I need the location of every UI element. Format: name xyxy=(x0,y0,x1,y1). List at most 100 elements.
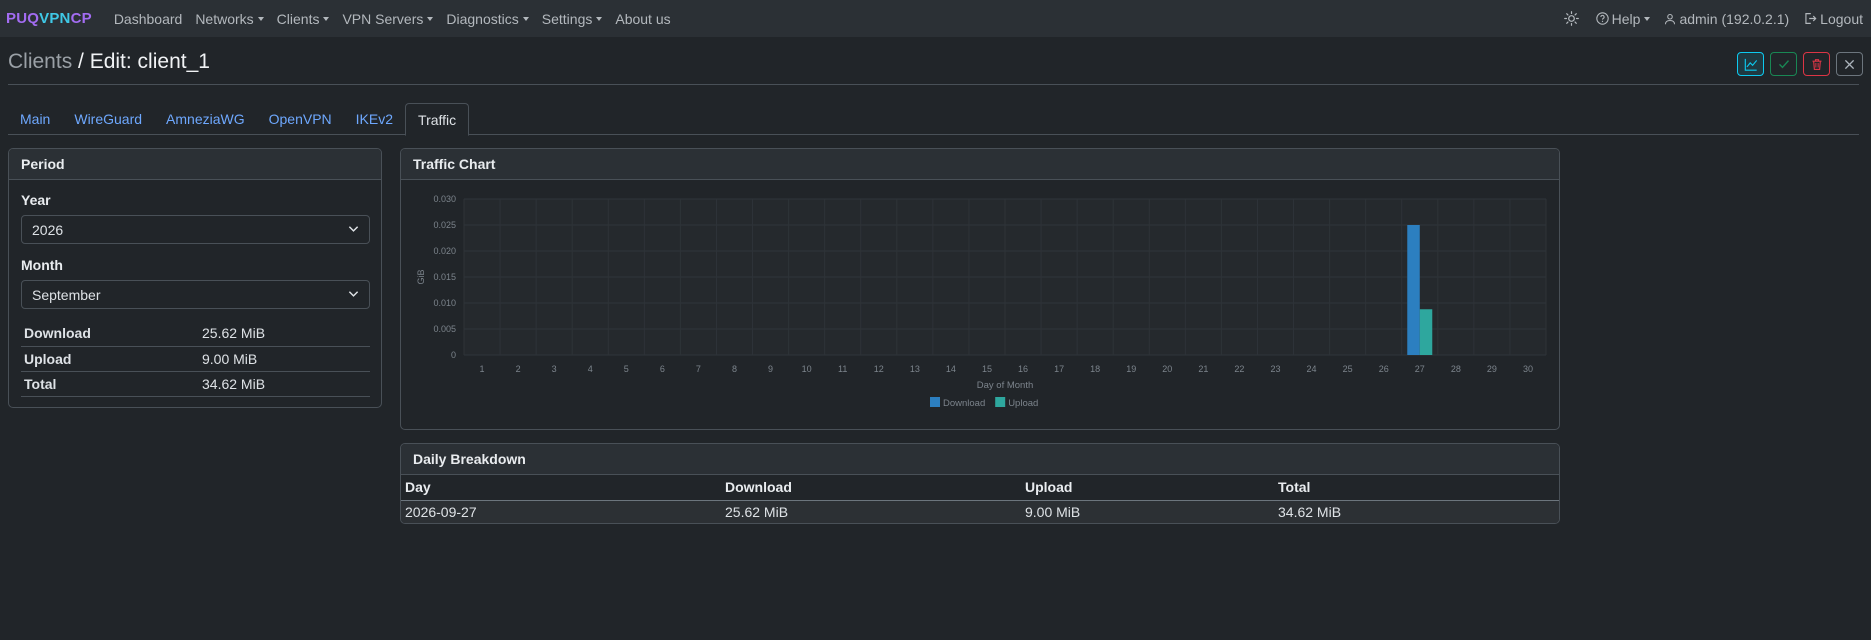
x-tick-label: 3 xyxy=(552,364,557,374)
daily-breakdown-card: Daily Breakdown Day Download Upload Tota… xyxy=(400,443,1560,524)
page-title: Clients / Edit: client_1 xyxy=(8,50,210,74)
page-title-text: / Edit: client_1 xyxy=(72,50,210,73)
sun-icon xyxy=(1563,11,1579,26)
nav-help-label: Help xyxy=(1611,10,1641,27)
x-tick-label: 27 xyxy=(1415,364,1425,374)
nav-about[interactable]: About us xyxy=(615,11,670,27)
nav-vpn-servers[interactable]: VPN Servers xyxy=(342,10,434,27)
x-tick-label: 4 xyxy=(588,364,593,374)
y-tick-label: 0.020 xyxy=(433,246,456,256)
save-button[interactable] xyxy=(1770,52,1797,76)
caret-down-icon xyxy=(1644,17,1651,21)
nav-dashboard[interactable]: Dashboard xyxy=(114,11,183,27)
y-tick-label: 0.030 xyxy=(433,194,456,204)
question-circle-icon xyxy=(1595,12,1609,25)
nav-vpn-servers-label: VPN Servers xyxy=(342,10,424,27)
x-tick-label: 11 xyxy=(838,364,847,374)
theme-toggle[interactable] xyxy=(1563,11,1582,26)
y-tick-label: 0.010 xyxy=(433,298,456,308)
bar-upload xyxy=(1419,309,1433,355)
tab-amneziawg[interactable]: AmneziaWG xyxy=(154,103,257,135)
x-tick-label: 1 xyxy=(480,364,485,374)
x-axis-label: Day of Month xyxy=(977,380,1034,391)
x-tick-label: 16 xyxy=(1018,364,1028,374)
x-tick-label: 9 xyxy=(768,364,773,374)
brand-part-1: PUQ xyxy=(6,10,40,27)
x-tick-label: 23 xyxy=(1270,364,1280,374)
top-navbar: PUQVPNCP Dashboard Networks Clients VPN … xyxy=(0,0,1871,37)
y-tick-label: 0.005 xyxy=(433,324,456,334)
summary-value: 34.62 MiB xyxy=(199,371,370,397)
nav-networks[interactable]: Networks xyxy=(195,10,264,27)
nav-logout-label: Logout xyxy=(1820,10,1863,27)
year-label: Year xyxy=(21,192,51,208)
check-icon xyxy=(1778,60,1789,69)
nav-user[interactable]: admin (192.0.2.1) xyxy=(1664,11,1789,27)
tab-wireguard[interactable]: WireGuard xyxy=(62,103,154,135)
x-tick-label: 5 xyxy=(624,364,629,374)
x-tick-label: 17 xyxy=(1054,364,1064,374)
traffic-chart-button[interactable] xyxy=(1737,52,1764,76)
x-tick-label: 30 xyxy=(1523,364,1533,374)
header-actions xyxy=(1737,52,1863,76)
graph-icon xyxy=(1744,58,1757,71)
brand-part-2: VPN xyxy=(39,10,71,27)
period-summary-table: Download 25.62 MiB Upload 9.00 MiB Total 34… xyxy=(21,321,370,397)
summary-label: Download xyxy=(21,321,199,347)
delete-button[interactable] xyxy=(1803,52,1830,76)
tab-ikev2[interactable]: IKEv2 xyxy=(344,103,405,135)
summary-row-download: Download 25.62 MiB xyxy=(21,321,370,347)
close-icon xyxy=(1844,59,1855,69)
tab-openvpn[interactable]: OpenVPN xyxy=(257,103,344,135)
bar-download xyxy=(1407,225,1420,355)
nav-clients[interactable]: Clients xyxy=(277,11,330,27)
traffic-chart-title: Traffic Chart xyxy=(401,149,1559,180)
legend-label: Download xyxy=(943,398,985,409)
nav-logout[interactable]: Logout xyxy=(1803,11,1863,27)
nav-settings-label: Settings xyxy=(541,10,593,27)
summary-value: 25.62 MiB xyxy=(199,321,370,347)
summary-label: Total xyxy=(21,371,199,397)
nav-diagnostics[interactable]: Diagnostics xyxy=(446,10,529,27)
summary-label: Upload xyxy=(21,346,199,372)
legend-label: Upload xyxy=(1008,398,1038,409)
x-tick-label: 28 xyxy=(1451,364,1461,374)
column-header-download: Download xyxy=(721,475,1021,501)
table-cell-day: 2026-09-27 xyxy=(401,500,721,523)
nav-help[interactable]: Help xyxy=(1595,10,1651,27)
caret-down-icon xyxy=(427,17,434,21)
nav-diagnostics-label: Diagnostics xyxy=(446,10,519,27)
tab-traffic[interactable]: Traffic xyxy=(405,103,470,136)
y-tick-label: 0.015 xyxy=(433,272,456,282)
tab-main[interactable]: Main xyxy=(8,103,62,135)
daily-breakdown-title: Daily Breakdown xyxy=(401,444,1559,475)
brand-logo[interactable]: PUQVPNCP xyxy=(6,10,92,27)
summary-row-upload: Upload 9.00 MiB xyxy=(21,346,370,372)
chevron-down-icon xyxy=(348,226,359,232)
x-tick-label: 22 xyxy=(1234,364,1244,374)
x-tick-label: 15 xyxy=(982,364,992,374)
month-label: Month xyxy=(21,257,63,273)
nav-settings[interactable]: Settings xyxy=(542,11,603,27)
nav-clients-label: Clients xyxy=(276,10,320,27)
y-tick-label: 0 xyxy=(451,350,456,360)
period-card: Period Year 2026 Month September Downloa… xyxy=(8,148,382,408)
column-header-upload: Upload xyxy=(1021,475,1274,501)
close-button[interactable] xyxy=(1836,52,1863,76)
month-select[interactable]: September xyxy=(21,280,370,309)
person-icon xyxy=(1664,13,1676,25)
column-header-day: Day xyxy=(401,475,721,501)
x-tick-label: 29 xyxy=(1487,364,1497,374)
table-row: 2026-09-27 25.62 MiB 9.00 MiB 34.62 MiB xyxy=(401,500,1559,523)
x-tick-label: 19 xyxy=(1126,364,1136,374)
table-header-row: Day Download Upload Total xyxy=(401,475,1559,501)
x-tick-label: 2 xyxy=(516,364,521,374)
brand-part-3: CP xyxy=(70,10,92,27)
nav-networks-label: Networks xyxy=(195,10,254,27)
breadcrumb-clients[interactable]: Clients xyxy=(8,50,72,73)
y-axis-label: GiB xyxy=(416,269,426,284)
year-select[interactable]: 2026 xyxy=(21,215,370,244)
traffic-bar-chart: 00.0050.0100.0150.0200.0250.0301 2 3 4 5 6 7 8 9… xyxy=(416,194,1547,409)
chevron-down-icon xyxy=(348,291,359,297)
nav-about-label: About us xyxy=(615,10,671,27)
